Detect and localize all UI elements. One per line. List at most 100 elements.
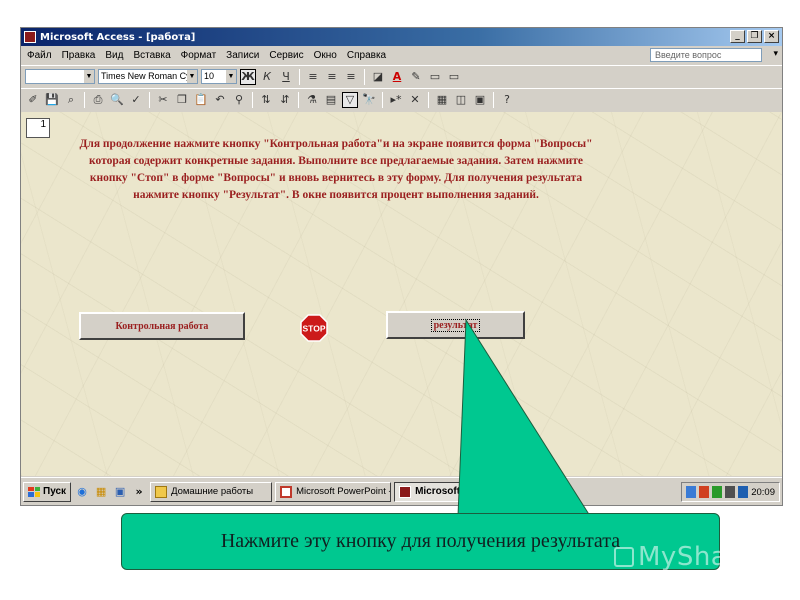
toolbar-separator: [382, 91, 383, 108]
network-icon[interactable]: [686, 486, 697, 498]
quicklaunch-chevron-icon[interactable]: »: [131, 484, 147, 500]
access-icon: [399, 485, 412, 498]
close-button[interactable]: ×: [764, 30, 779, 43]
menu-help[interactable]: Справка: [347, 50, 386, 61]
access-window: Microsoft Access - [работа] _ ❐ × Файл П…: [20, 27, 783, 506]
align-left-icon[interactable]: ≡: [305, 69, 321, 85]
object-combo[interactable]: ▼: [25, 69, 95, 84]
instruction-text: Для продолжение нажмите кнопку "Контроль…: [79, 138, 593, 201]
toolbar-separator: [493, 91, 494, 108]
line-width-icon[interactable]: ▭: [427, 69, 443, 85]
clock: 20:09: [751, 486, 775, 498]
menu-insert[interactable]: Вставка: [133, 50, 170, 61]
chevron-down-icon: ▼: [84, 70, 94, 83]
view-icon[interactable]: ✐: [25, 92, 41, 108]
bold-button[interactable]: Ж: [240, 68, 256, 85]
minimize-button[interactable]: _: [730, 30, 745, 43]
stop-sign-icon[interactable]: STOP: [300, 314, 328, 342]
menu-file[interactable]: Файл: [27, 50, 52, 61]
menu-view[interactable]: Вид: [105, 50, 123, 61]
result-button[interactable]: результат: [386, 311, 525, 339]
task-powerpoint[interactable]: Microsoft PowerPoint - [...: [275, 481, 392, 502]
align-center-icon[interactable]: ≡: [324, 69, 340, 85]
undo-icon[interactable]: ↶: [212, 92, 228, 108]
properties-icon[interactable]: ▦: [434, 92, 450, 108]
task-access[interactable]: Microsoft Access - [: [394, 481, 495, 502]
ask-question-input[interactable]: Введите вопрос: [650, 48, 762, 62]
toolbar-separator: [364, 68, 365, 85]
result-button-label: результат: [430, 318, 481, 332]
chevron-down-icon: ▼: [187, 70, 197, 83]
task-home-works[interactable]: Домашние работы: [150, 481, 273, 502]
line-color-icon[interactable]: ✎: [408, 69, 424, 85]
antivirus-icon[interactable]: [699, 486, 710, 498]
cut-icon[interactable]: ✂: [155, 92, 171, 108]
filter-by-selection-icon[interactable]: ⚗: [304, 92, 320, 108]
task-label: Домашние работы: [171, 486, 254, 497]
spelling-icon[interactable]: ✓: [128, 92, 144, 108]
filter-by-form-icon[interactable]: ▤: [323, 92, 339, 108]
control-work-button-label: Контрольная работа: [115, 320, 209, 332]
search-icon[interactable]: ⌕: [63, 92, 79, 108]
watermark-text: MyShared: [638, 542, 772, 572]
tray-app-icon[interactable]: [712, 486, 723, 498]
restore-button[interactable]: ❐: [747, 30, 762, 43]
monitor-icon[interactable]: [738, 486, 749, 498]
watermark: MyShared: [614, 542, 771, 572]
toolbar-separator: [84, 91, 85, 108]
control-work-button[interactable]: Контрольная работа: [79, 312, 245, 340]
access-app-icon: [24, 31, 36, 43]
screen: Microsoft Access - [работа] _ ❐ × Файл П…: [0, 0, 800, 600]
form-area: 1 Для продолжение нажмите кнопку "Контро…: [21, 112, 782, 476]
help-icon[interactable]: ?: [499, 92, 515, 108]
hyperlink-icon[interactable]: ⚲: [231, 92, 247, 108]
find-icon[interactable]: 🔭: [361, 92, 377, 108]
toolbar-separator: [252, 91, 253, 108]
print-preview-icon[interactable]: 🔍: [109, 92, 125, 108]
delete-record-icon[interactable]: ✕: [407, 92, 423, 108]
toolbar-separator: [298, 91, 299, 108]
special-effect-icon[interactable]: ▭: [446, 69, 462, 85]
formatting-toolbar: ▼ Times New Roman Cyr ▼ 10 ▼ Ж К Ч ≡ ≡ ≡…: [21, 65, 782, 87]
sort-ascending-icon[interactable]: ⇅: [258, 92, 274, 108]
start-label: Пуск: [43, 486, 67, 497]
title-bar[interactable]: Microsoft Access - [работа] _ ❐ ×: [21, 28, 782, 46]
page-number-box: 1: [26, 118, 50, 138]
folder-icon: [155, 485, 168, 498]
start-button[interactable]: Пуск: [23, 481, 72, 502]
menu-window[interactable]: Окно: [314, 50, 337, 61]
align-right-icon[interactable]: ≡: [343, 69, 359, 85]
sort-descending-icon[interactable]: ⇵: [277, 92, 293, 108]
italic-button[interactable]: К: [259, 69, 275, 85]
powerpoint-icon: [280, 485, 293, 498]
desktop-icon[interactable]: ▣: [112, 484, 128, 500]
menu-tools[interactable]: Сервис: [269, 50, 303, 61]
new-record-icon[interactable]: ▸*: [388, 92, 404, 108]
copy-icon[interactable]: ❐: [174, 92, 190, 108]
apply-filter-icon[interactable]: ▽: [342, 91, 358, 108]
quicklaunch-app-icon[interactable]: ▦: [93, 484, 109, 500]
print-icon[interactable]: ⎙: [90, 92, 106, 108]
volume-icon[interactable]: [725, 486, 736, 498]
browser-icon[interactable]: ◉: [74, 484, 90, 500]
callout-text: Нажмите эту кнопку для получения результ…: [220, 530, 621, 552]
font-value: Times New Roman Cyr: [101, 71, 194, 81]
menu-records[interactable]: Записи: [226, 50, 259, 61]
taskbar: Пуск ◉ ▦ ▣ » Домашние работы Microsoft P…: [21, 477, 782, 505]
fill-color-icon[interactable]: ◪: [370, 69, 386, 85]
window-controls: _ ❐ ×: [730, 30, 779, 43]
new-object-icon[interactable]: ▣: [472, 92, 488, 108]
form-design-toolbar: ✐ 💾 ⌕ ⎙ 🔍 ✓ ✂ ❐ 📋 ↶ ⚲ ⇅ ⇵ ⚗ ▤ ▽ 🔭 ▸* ✕ ▦: [21, 88, 782, 110]
task-label: Microsoft Access - [: [415, 486, 495, 497]
font-size-combo[interactable]: 10 ▼: [201, 69, 237, 84]
database-window-icon[interactable]: ◫: [453, 92, 469, 108]
menu-format[interactable]: Формат: [181, 50, 217, 61]
underline-button[interactable]: Ч: [278, 69, 294, 85]
paste-icon[interactable]: 📋: [193, 92, 209, 108]
font-color-icon[interactable]: A: [389, 69, 405, 85]
save-icon[interactable]: 💾: [44, 92, 60, 108]
menu-edit[interactable]: Правка: [62, 50, 96, 61]
font-combo[interactable]: Times New Roman Cyr ▼: [98, 69, 198, 84]
system-tray: 20:09: [681, 482, 780, 502]
ask-dropdown-arrow-icon[interactable]: ▾: [773, 49, 778, 59]
